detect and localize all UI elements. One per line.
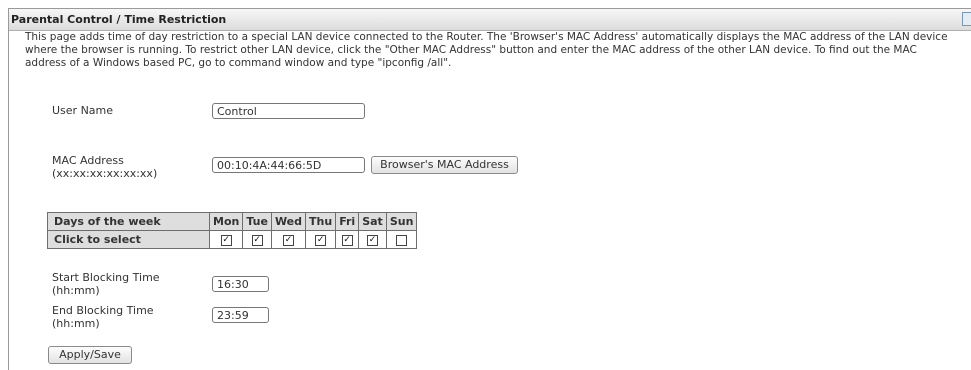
end-time-input[interactable] (212, 307, 269, 323)
mac-address-input[interactable] (212, 157, 365, 173)
end-time-label: End Blocking Time (52, 304, 154, 317)
day-checkbox-sun[interactable] (396, 234, 408, 246)
day-header-thu: Thu (305, 212, 337, 231)
apply-save-button[interactable]: Apply/Save (48, 346, 132, 364)
days-of-week-table: Days of the week Mon Tue Wed Thu Fri Sat… (47, 212, 418, 249)
page-icon (962, 12, 971, 26)
page-title-bar: Parental Control / Time Restriction (9, 9, 971, 31)
day-header-tue: Tue (242, 212, 272, 231)
page-title: Parental Control / Time Restriction (11, 13, 227, 26)
start-time-label: Start Blocking Time (52, 271, 160, 284)
user-name-input[interactable] (212, 103, 365, 119)
day-header-sat: Sat (358, 212, 387, 231)
day-checkbox-thu[interactable]: ✓ (315, 234, 327, 246)
end-time-format: (hh:mm) (52, 317, 100, 330)
start-time-format: (hh:mm) (52, 284, 100, 297)
days-header-row: Days of the week Mon Tue Wed Thu Fri Sat… (47, 212, 418, 231)
page-description: This page adds time of day restriction t… (25, 31, 948, 69)
day-header-fri: Fri (335, 212, 360, 231)
user-name-label: User Name (52, 104, 114, 117)
days-select-row: Click to select ✓ ✓ ✓ ✓ ✓ ✓ (47, 230, 418, 249)
days-header-label: Days of the week (47, 212, 210, 231)
day-checkbox-mon[interactable]: ✓ (220, 234, 232, 246)
day-header-sun: Sun (385, 212, 418, 231)
mac-address-format: (xx:xx:xx:xx:xx:xx) (52, 167, 158, 180)
day-header-mon: Mon (208, 212, 244, 231)
mac-address-label: MAC Address (52, 154, 124, 167)
days-select-label: Click to select (47, 230, 210, 249)
day-checkbox-fri[interactable]: ✓ (341, 234, 353, 246)
day-checkbox-sat[interactable]: ✓ (367, 234, 378, 246)
day-checkbox-wed[interactable]: ✓ (282, 234, 294, 246)
browser-mac-address-button[interactable]: Browser's MAC Address (371, 156, 518, 174)
day-checkbox-tue[interactable]: ✓ (251, 234, 263, 246)
day-header-wed: Wed (270, 212, 307, 231)
start-time-input[interactable] (212, 276, 269, 292)
